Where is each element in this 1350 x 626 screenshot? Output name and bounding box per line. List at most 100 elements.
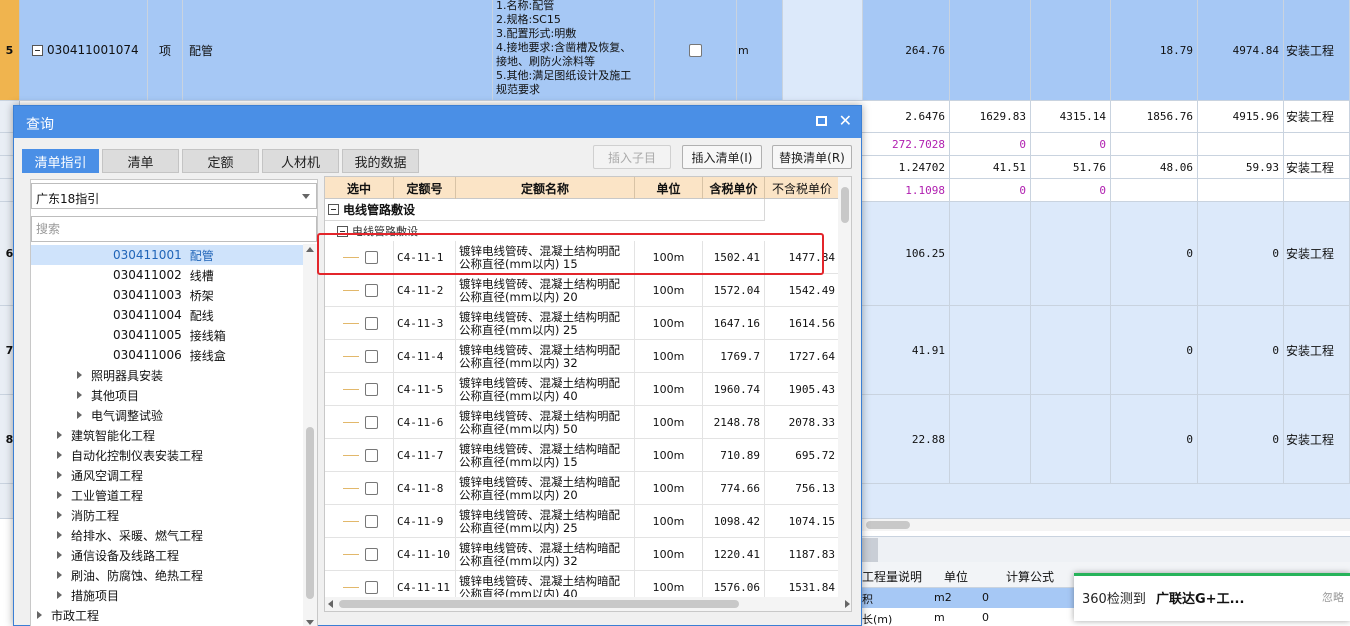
tree-item[interactable]: 通风空调工程 xyxy=(31,465,303,485)
expand-arrow-icon[interactable] xyxy=(57,591,62,599)
row-checkbox[interactable] xyxy=(365,317,378,330)
tree-item[interactable]: 自动化控制仪表安装工程 xyxy=(31,445,303,465)
table-row[interactable]: C4-11-8 镀锌电线管砖、混凝土结构暗配 公称直径(mm以内) 20 100m 7… xyxy=(325,472,840,505)
table-row[interactable]: C4-11-10 镀锌电线管砖、混凝土结构暗配 公称直径(mm以内) 32 100m… xyxy=(325,538,840,571)
scroll-right-icon[interactable] xyxy=(845,600,850,608)
tree-item[interactable]: 其他项目 xyxy=(31,385,303,405)
description-line: 规范要求 xyxy=(496,83,540,96)
tree-item[interactable]: 建筑智能化工程 xyxy=(31,425,303,445)
tree-item-label: 给排水、采暖、燃气工程 xyxy=(71,528,204,543)
tree-item[interactable]: 电气调整试验 xyxy=(31,405,303,425)
table-row[interactable]: C4-11-5 镀锌电线管砖、混凝土结构明配 公称直径(mm以内) 40 100m 1… xyxy=(325,373,840,406)
description-line: 1.名称:配管 xyxy=(496,0,555,12)
table-row[interactable]: C4-11-4 镀锌电线管砖、混凝土结构明配 公称直径(mm以内) 32 100m 1… xyxy=(325,340,840,373)
expand-arrow-icon[interactable] xyxy=(77,391,82,399)
bottom-tab[interactable] xyxy=(862,538,878,562)
table-row[interactable]: C4-11-3 镀锌电线管砖、混凝土结构明配 公称直径(mm以内) 25 100m 1… xyxy=(325,307,840,340)
row-checkbox-cell xyxy=(325,505,394,538)
collapse-icon[interactable] xyxy=(337,225,348,237)
quota-unit: 100m xyxy=(635,340,703,373)
row-checkbox[interactable] xyxy=(365,449,378,462)
tree-item[interactable]: 030411005 接线箱 xyxy=(31,325,303,345)
quota-name: 镀锌电线管砖、混凝土结构明配 公称直径(mm以内) 25 xyxy=(456,307,635,340)
expand-arrow-icon[interactable] xyxy=(57,531,62,539)
expand-arrow-icon[interactable] xyxy=(57,511,62,519)
expand-arrow-icon[interactable] xyxy=(77,371,82,379)
expand-arrow-icon[interactable] xyxy=(57,451,62,459)
tree-item[interactable]: 市政工程 xyxy=(31,605,303,624)
table-vertical-scrollbar[interactable] xyxy=(838,177,851,597)
row-checkbox[interactable] xyxy=(365,383,378,396)
tree-item[interactable]: 照明器具安装 xyxy=(31,365,303,385)
tree-vertical-scrollbar[interactable] xyxy=(303,244,317,626)
row-checkbox[interactable] xyxy=(365,482,378,495)
dialog-titlebar[interactable]: 查询 ✕ xyxy=(14,106,861,138)
row-checkbox[interactable] xyxy=(365,416,378,429)
maximize-icon[interactable] xyxy=(816,116,827,126)
table-row[interactable]: C4-11-6 镀锌电线管砖、混凝土结构明配 公称直径(mm以内) 50 100m 2… xyxy=(325,406,840,439)
replace-list-button[interactable]: 替换清单(R) xyxy=(772,145,852,169)
tree-item-label: 自动化控制仪表安装工程 xyxy=(71,448,204,463)
expand-arrow-icon[interactable] xyxy=(57,431,62,439)
row-checkbox[interactable] xyxy=(365,515,378,528)
expand-arrow-icon[interactable] xyxy=(57,551,62,559)
row-checkbox-cell xyxy=(325,340,394,373)
table-row[interactable]: 5 030411001074 项 配管 1.名称:配管 2.规格:SC15 3.配置… xyxy=(0,0,1350,101)
guide-select[interactable]: 广东18指引 xyxy=(31,183,317,209)
tree-item-label: 其他项目 xyxy=(91,388,140,403)
expand-arrow-icon[interactable] xyxy=(77,411,82,419)
tab-my-data[interactable]: 我的数据 xyxy=(342,149,419,173)
main-horizontal-scrollbar[interactable] xyxy=(862,519,1350,531)
tree-item[interactable]: 030411006 接线盒 xyxy=(31,345,303,365)
collapse-icon[interactable] xyxy=(32,44,43,56)
tree-item[interactable]: 通信设备及线路工程 xyxy=(31,545,303,565)
tree-item[interactable]: 030411003 桥架 xyxy=(31,285,303,305)
row-checkbox[interactable] xyxy=(365,581,378,594)
scroll-up-icon[interactable] xyxy=(306,247,314,252)
table-row[interactable]: C4-11-1 镀锌电线管砖、混凝土结构明配 公称直径(mm以内) 15 100m 1… xyxy=(325,241,840,274)
row-checkbox[interactable] xyxy=(365,284,378,297)
expand-arrow-icon[interactable] xyxy=(57,571,62,579)
notification-toast[interactable]: 360检测到 广联达G+工... 忽略 xyxy=(1074,573,1350,621)
insert-list-button[interactable]: 插入清单(I) xyxy=(682,145,762,169)
tab-materials[interactable]: 人材机 xyxy=(262,149,339,173)
search-input[interactable] xyxy=(31,216,317,242)
tree-item[interactable]: 给排水、采暖、燃气工程 xyxy=(31,525,303,545)
item-description: 1.名称:配管 2.规格:SC15 3.配置形式:明敷 4.接地要求:含凿槽及恢复、接… xyxy=(493,0,655,100)
row-checkbox[interactable] xyxy=(365,251,378,264)
insert-child-button[interactable]: 插入子目 xyxy=(593,145,671,169)
table-horizontal-scrollbar[interactable] xyxy=(325,597,851,611)
table-row[interactable]: C4-11-7 镀锌电线管砖、混凝土结构暗配 公称直径(mm以内) 15 100m 7… xyxy=(325,439,840,472)
scroll-down-icon[interactable] xyxy=(306,620,314,625)
toast-ignore-button[interactable]: 忽略 xyxy=(1322,589,1344,605)
table-row[interactable]: C4-11-2 镀锌电线管砖、混凝土结构明配 公称直径(mm以内) 20 100m 1… xyxy=(325,274,840,307)
expand-arrow-icon[interactable] xyxy=(57,491,62,499)
tree-item[interactable]: 刷油、防腐蚀、绝热工程 xyxy=(31,565,303,585)
group-row[interactable]: 电线管路敷设 xyxy=(325,199,765,221)
tree-item[interactable]: 工业管道工程 xyxy=(31,485,303,505)
row-checkbox[interactable] xyxy=(365,548,378,561)
quota-tax-price: 1647.16 xyxy=(703,307,765,340)
tab-list[interactable]: 清单 xyxy=(102,149,179,173)
tree-item[interactable]: 措施项目 xyxy=(31,585,303,605)
collapse-icon[interactable] xyxy=(328,204,339,215)
tree-item[interactable]: 030411002 线槽 xyxy=(31,265,303,285)
close-icon[interactable]: ✕ xyxy=(839,112,852,130)
row-checkbox[interactable] xyxy=(689,43,702,57)
tree-item[interactable]: 消防工程 xyxy=(31,505,303,525)
expand-arrow-icon[interactable] xyxy=(37,611,42,619)
tree-item[interactable]: 030411004 配线 xyxy=(31,305,303,325)
subgroup-row[interactable]: 电线管路敷设 xyxy=(325,221,840,241)
quota-notax-price: 2078.33 xyxy=(765,406,840,439)
quota-code: C4-11-7 xyxy=(394,439,456,472)
tab-list-guide[interactable]: 清单指引 xyxy=(22,149,99,173)
table-row[interactable]: C4-11-9 镀锌电线管砖、混凝土结构暗配 公称直径(mm以内) 25 100m 1… xyxy=(325,505,840,538)
row-checkbox[interactable] xyxy=(365,350,378,363)
scroll-left-icon[interactable] xyxy=(328,600,333,608)
quota-tax-price: 1769.7 xyxy=(703,340,765,373)
tab-quota[interactable]: 定额 xyxy=(182,149,259,173)
tree-item[interactable]: 030411001 配管 xyxy=(31,245,303,265)
row-checkbox-cell xyxy=(325,472,394,505)
description-line: 接地、刷防火涂料等 xyxy=(496,55,595,68)
expand-arrow-icon[interactable] xyxy=(57,471,62,479)
